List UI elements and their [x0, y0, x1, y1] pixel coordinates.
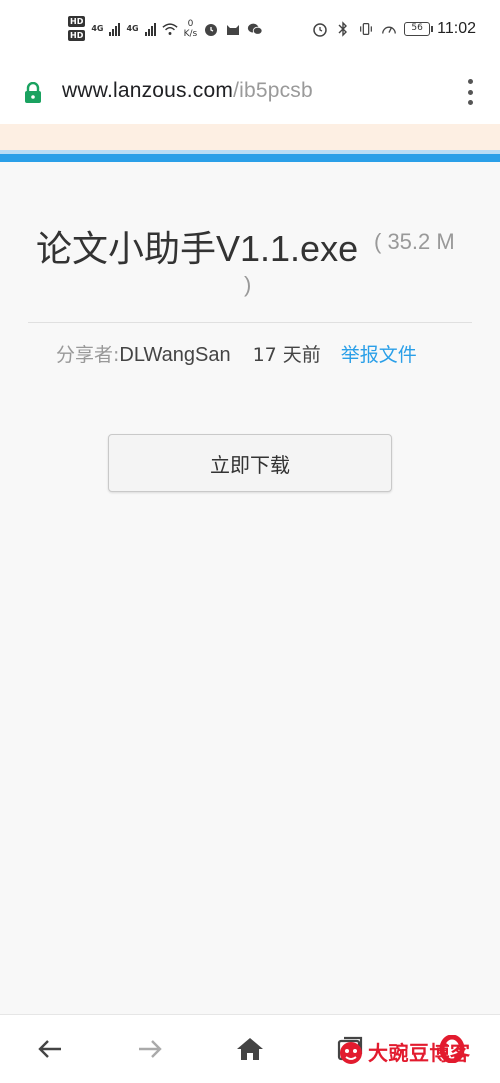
battery-indicator: 56 — [404, 22, 434, 36]
file-title: 论文小助手V1.1.exe ( 35.2 M ) — [36, 220, 476, 297]
header-accent-bar — [0, 150, 500, 162]
hd-indicators: HD HD — [68, 16, 86, 41]
wifi-icon — [162, 21, 178, 37]
url-path: /ib5pcsb — [233, 79, 313, 102]
address-bar[interactable]: www.lanzous.com/ib5pcsb — [0, 62, 500, 124]
alarm-clock-icon — [312, 21, 328, 37]
status-left: HD HD 4G 4G 0 K/s — [68, 16, 263, 41]
report-file-link[interactable]: 举报文件 — [341, 340, 417, 367]
signal-icon — [144, 22, 156, 36]
speed-value: 0 — [187, 18, 194, 29]
download-button[interactable]: 立即下载 — [108, 434, 392, 492]
alarm-icon — [203, 21, 219, 37]
file-size-close: ) — [244, 272, 252, 297]
bluetooth-icon — [335, 21, 351, 37]
upload-time: 17 天前 — [252, 344, 321, 366]
vibrate-icon — [358, 21, 374, 37]
watermark-logo-icon — [340, 1041, 362, 1064]
divider — [28, 322, 472, 323]
network-speed: 0 K/s — [184, 19, 198, 39]
speedometer-icon — [381, 21, 397, 37]
file-name: 论文小助手V1.1.exe — [36, 228, 359, 269]
bottom-toolbar: 大豌豆博客 — [0, 1014, 500, 1083]
hd-badge: HD — [68, 16, 86, 27]
network-type: 4G — [91, 24, 104, 33]
notice-strip — [0, 124, 500, 150]
network-type: 4G — [126, 24, 139, 33]
file-size: ( 35.2 M — [374, 229, 455, 254]
more-menu-icon[interactable] — [466, 79, 474, 105]
sharer-name: DLWangSan — [119, 344, 231, 366]
watermark: 大豌豆博客 — [338, 1037, 471, 1066]
back-icon[interactable] — [34, 1033, 66, 1065]
url-text[interactable]: www.lanzous.com/ib5pcsb — [62, 79, 313, 103]
cat-app-icon — [225, 21, 241, 37]
watermark-text: 大豌豆博客 — [368, 1041, 471, 1065]
signal-icon — [109, 22, 121, 36]
sharer-label: 分享者: — [56, 344, 120, 366]
status-bar: HD HD 4G 4G 0 K/s 56 11:02 — [0, 0, 500, 62]
url-host: www.lanzous.com — [62, 79, 234, 102]
status-right: 56 11:02 — [312, 20, 476, 38]
forward-icon[interactable] — [134, 1033, 166, 1065]
clock: 11:02 — [437, 20, 476, 37]
lock-icon[interactable] — [24, 81, 42, 104]
hd-badge: HD — [68, 30, 86, 41]
speed-unit: K/s — [183, 28, 198, 39]
wechat-icon — [247, 21, 263, 37]
home-icon[interactable] — [234, 1033, 266, 1065]
page-content: 论文小助手V1.1.exe ( 35.2 M ) 分享者: DLWangSan … — [0, 162, 500, 1014]
file-meta: 分享者: DLWangSan 17 天前 举报文件 — [56, 340, 417, 367]
